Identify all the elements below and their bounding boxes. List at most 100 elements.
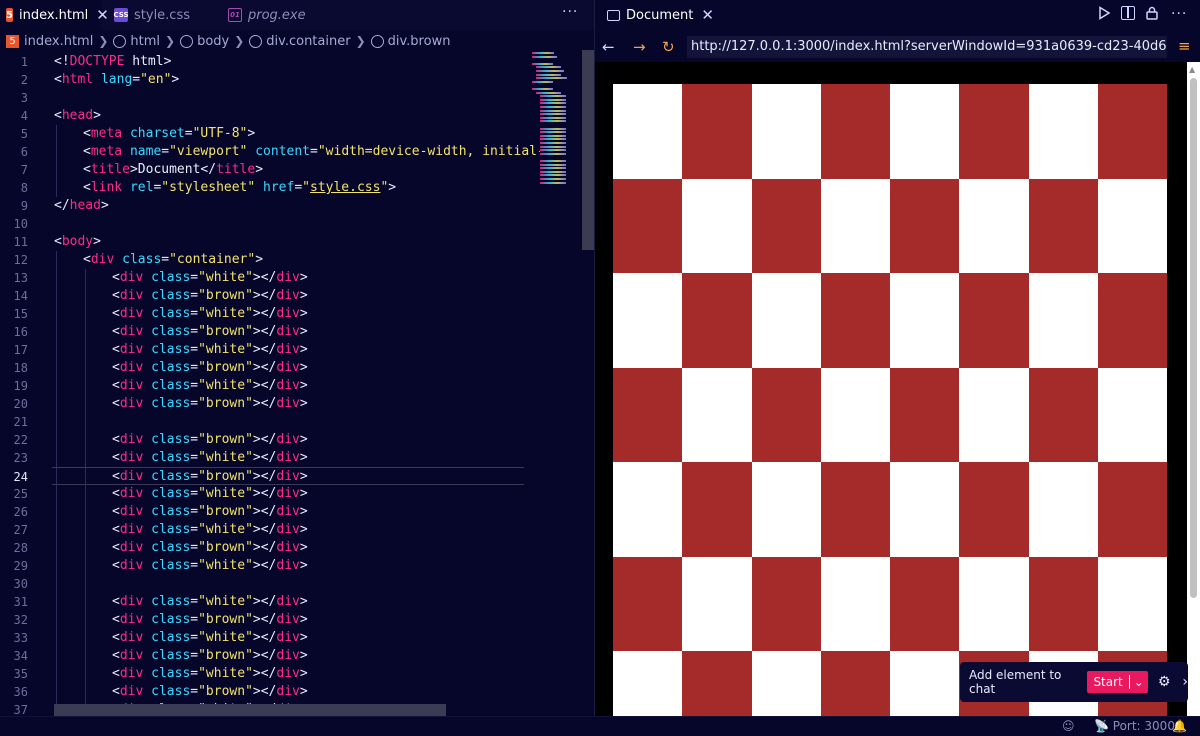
code-line[interactable]: 25 <div class="white"></div> [0,485,540,503]
menu-icon[interactable]: ≡ [1178,37,1191,55]
code-line[interactable]: 11 <body> [0,233,540,251]
bell-icon[interactable]: 🔔 [1172,719,1187,733]
minimap[interactable] [528,48,582,188]
code-line[interactable]: 33 <div class="white"></div> [0,629,540,647]
indent-guide [85,323,86,341]
gear-icon[interactable]: ⚙ [1158,674,1171,690]
code-line[interactable]: 10 [0,215,540,233]
code-line[interactable]: 14 <div class="brown"></div> [0,287,540,305]
url-bar[interactable]: http://127.0.0.1:3000/index.html?serverW… [687,36,1167,58]
forward-arrow-icon[interactable]: → [633,38,646,56]
chevron-right-icon: ❯ [98,34,109,48]
board-square-brown [820,462,890,557]
code-text: <div class="brown"></div> [112,288,308,303]
board-square-white [820,556,890,651]
code-text: <div class="brown"></div> [112,469,308,484]
code-line[interactable]: 16 <div class="brown"></div> [0,323,540,341]
line-number: 7 [20,163,28,177]
minimap-line [540,113,566,116]
board-square-brown [959,84,1029,179]
scroll-up-icon[interactable]: ▲ [1189,65,1195,74]
copilot-icon[interactable]: ☺ [1062,719,1075,733]
code-line[interactable]: 29 <div class="white"></div> [0,557,540,575]
more-actions-icon[interactable]: ··· [562,4,578,20]
indent-guide [85,413,86,431]
back-arrow-icon[interactable]: ← [602,38,615,56]
live-server-port[interactable]: 📡 Port: 3000 [1094,719,1175,733]
reload-icon[interactable]: ↻ [662,38,675,56]
more-actions-icon[interactable]: ··· [1171,6,1187,22]
code-text: <div class="brown"></div> [112,540,308,555]
line-number: 2 [20,73,28,87]
lock-icon[interactable] [1145,6,1159,20]
code-text: <div class="white"></div> [112,630,308,645]
code-text: <div class="white"></div> [112,270,308,285]
code-line[interactable]: 3 [0,89,540,107]
tab-style-css[interactable]: CSS style.css [102,0,216,30]
code-line[interactable]: 4 <head> [0,107,540,125]
code-line[interactable]: 17 <div class="white"></div> [0,341,540,359]
start-button[interactable]: Start ⌄ [1087,671,1148,693]
line-number: 33 [13,631,28,645]
code-line[interactable]: 1 <!DOCTYPE html> [0,53,540,71]
code-line[interactable]: 7 <title>Document</title> [0,161,540,179]
indent-guide [56,539,57,557]
code-line[interactable]: 15 <div class="white"></div> [0,305,540,323]
code-line[interactable]: 23 <div class="white"></div> [0,449,540,467]
code-line[interactable]: 32 <div class="brown"></div> [0,611,540,629]
indent-guide [56,161,57,179]
code-line[interactable]: 35 <div class="white"></div> [0,665,540,683]
code-line[interactable]: 19 <div class="white"></div> [0,377,540,395]
breadcrumb-item[interactable]: body [197,34,229,49]
code-line[interactable]: 30 [0,575,540,593]
minimap-line [532,52,554,54]
chevron-right-icon[interactable]: › [1182,674,1188,690]
tab-prog-exe[interactable]: 01 prog.exe [216,0,328,30]
tab-index-html[interactable]: 5 index.html ✕ [0,0,109,30]
minimap-line [540,163,566,166]
code-area[interactable]: 1 <!DOCTYPE html> 2 <html lang="en"> 3 4 <head… [0,50,540,716]
line-number: 14 [13,289,28,303]
breadcrumb: 5 index.html ❯ html ❯ body ❯ div.contain… [0,30,594,52]
code-line[interactable]: 18 <div class="brown"></div> [0,359,540,377]
code-line[interactable]: 28 <div class="brown"></div> [0,539,540,557]
breadcrumb-item[interactable]: div.brown [388,34,451,49]
breadcrumb-item[interactable]: html [130,34,160,49]
code-line[interactable]: 2 <html lang="en"> [0,71,540,89]
code-line[interactable]: 31 <div class="white"></div> [0,593,540,611]
preview-scrollbar[interactable]: ▲ [1187,62,1200,716]
code-line[interactable]: 5 <meta charset="UTF-8"> [0,125,540,143]
line-number: 29 [13,559,28,573]
code-line[interactable]: 24 <div class="brown"></div> [14,467,524,486]
scrollbar-thumb[interactable] [1190,78,1197,598]
code-line[interactable]: 6 <meta name="viewport" content="width=de… [0,143,540,161]
editor-scrollbar[interactable] [582,50,594,250]
code-line[interactable]: 20 <div class="brown"></div> [0,395,540,413]
board-square-brown [890,556,960,651]
tab-document[interactable]: Document ✕ [595,0,724,30]
selection-highlight [54,704,446,716]
minimap-line [540,95,566,98]
status-bar: ☺ 📡 Port: 3000 🔔 [0,716,1200,736]
indent-guide [85,468,86,486]
code-line[interactable]: 12 <div class="container"> [0,251,540,269]
code-line[interactable]: 8 <link rel="stylesheet" href="style.css"… [0,179,540,197]
code-line[interactable]: 27 <div class="white"></div> [0,521,540,539]
editor-tab-bar: 5 index.html ✕ CSS style.css 01 prog.exe… [0,0,594,30]
run-icon[interactable] [1097,6,1111,20]
code-text: <div class="white"></div> [112,450,308,465]
code-line[interactable]: 36 <div class="brown"></div> [0,683,540,701]
code-line[interactable]: 21 [0,413,540,431]
chevron-down-icon[interactable]: ⌄ [1128,675,1148,689]
code-line[interactable]: 9 </head> [0,197,540,215]
indent-guide [85,575,86,593]
breadcrumb-item[interactable]: div.container [266,34,350,49]
code-line[interactable]: 34 <div class="brown"></div> [0,647,540,665]
code-line[interactable]: 22 <div class="brown"></div> [0,431,540,449]
breadcrumb-item[interactable]: index.html [24,34,93,49]
close-icon[interactable]: ✕ [701,6,714,24]
code-line[interactable]: 13 <div class="white"></div> [0,269,540,287]
split-editor-icon[interactable] [1121,6,1135,20]
board-square-white [1028,462,1098,557]
code-line[interactable]: 26 <div class="brown"></div> [0,503,540,521]
